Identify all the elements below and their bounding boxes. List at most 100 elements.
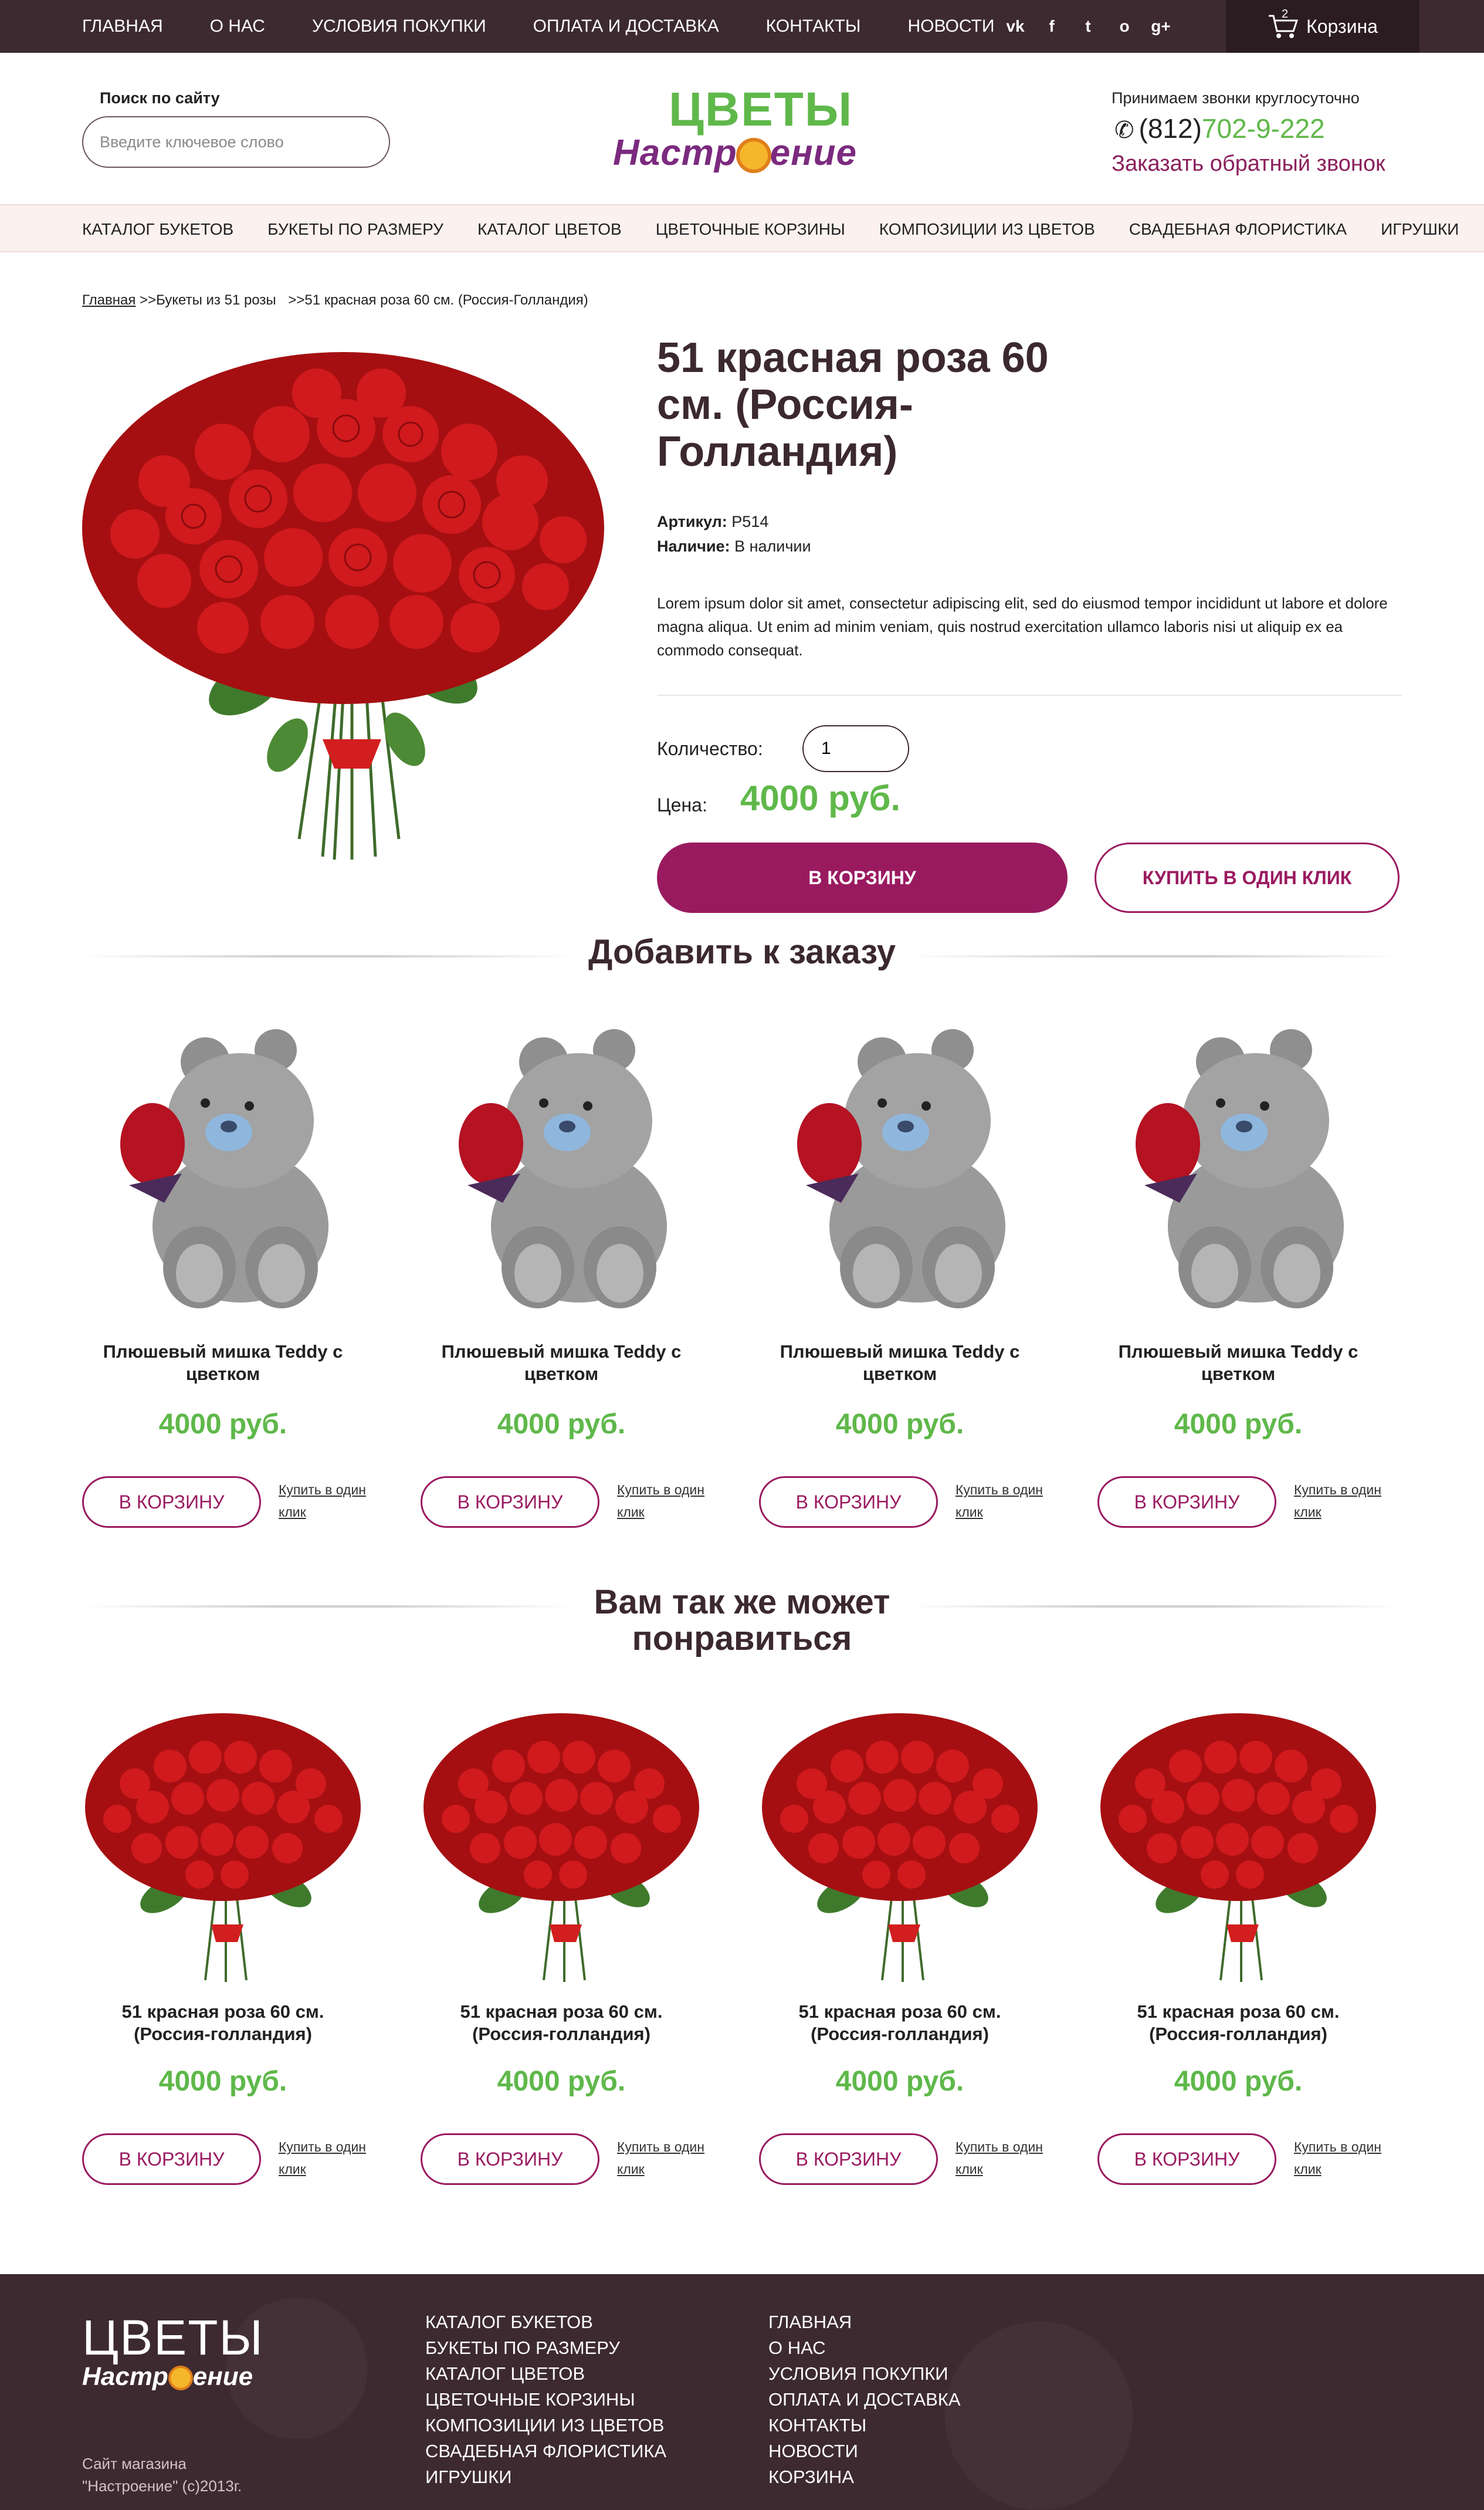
- stock-value: В наличии: [734, 537, 811, 555]
- cart-label: Корзина: [1306, 15, 1378, 37]
- related-cart-button[interactable]: В КОРЗИНУ: [82, 2133, 261, 2185]
- related-oneclick-link[interactable]: Купить в один клик: [956, 2136, 1067, 2180]
- addon-oneclick-link[interactable]: Купить в один клик: [617, 1479, 729, 1523]
- phone-code: (812): [1139, 113, 1202, 144]
- footer-link[interactable]: ОПЛАТА И ДОСТАВКА: [768, 2389, 961, 2410]
- product-description: Lorem ipsum dolor sit amet, consectetur …: [657, 594, 1388, 659]
- addon-cart-button[interactable]: В КОРЗИНУ: [82, 1476, 261, 1528]
- related-cart-button[interactable]: В КОРЗИНУ: [1097, 2133, 1276, 2185]
- addon-oneclick-link[interactable]: Купить в один клик: [279, 1479, 390, 1523]
- footer-logo-text-b: ение: [192, 2362, 253, 2391]
- addon-price: 4000 руб.: [1174, 1409, 1303, 1440]
- footer-link[interactable]: УСЛОВИЯ ПОКУПКИ: [768, 2363, 948, 2384]
- addon-oneclick-link[interactable]: Купить в один клик: [956, 1479, 1067, 1523]
- footer-link[interactable]: О НАС: [768, 2338, 826, 2358]
- quantity-label: Количество:: [657, 738, 763, 759]
- category-item-flowers[interactable]: КАТАЛОГ ЦВЕТОВ: [477, 220, 622, 239]
- footer-link[interactable]: СВАДЕБНАЯ ФЛОРИСТИКА: [425, 2441, 666, 2461]
- cart-button[interactable]: 2 Корзина: [1226, 0, 1419, 53]
- teddy-bear-image[interactable]: [759, 1009, 1041, 1314]
- search-input[interactable]: [82, 116, 390, 168]
- phone-number[interactable]: ✆ (812)702-9-222: [1114, 113, 1325, 144]
- heading-line-left: [82, 1605, 575, 1608]
- category-item-wedding[interactable]: СВАДЕБНАЯ ФЛОРИСТИКА: [1129, 220, 1347, 239]
- breadcrumb: Главная >>Букеты из 51 розы >>51 красная…: [82, 292, 597, 309]
- breadcrumb-level1[interactable]: >>Букеты из 51 розы: [140, 292, 276, 308]
- odnoklassniki-icon[interactable]: o: [1106, 17, 1143, 36]
- logo-bottom-text-b: ение: [770, 133, 858, 173]
- logo[interactable]: Настр ение: [613, 132, 857, 174]
- buy-one-click-button[interactable]: КУПИТЬ В ОДИН КЛИК: [1095, 843, 1400, 913]
- related-name[interactable]: 51 красная роза 60 см. (Россия-голландия…: [421, 2001, 702, 2045]
- teddy-bear-image[interactable]: [82, 1009, 364, 1314]
- rose-bouquet-image[interactable]: [421, 1701, 702, 1983]
- addon-cart-button[interactable]: В КОРЗИНУ: [1097, 1476, 1276, 1528]
- related-name[interactable]: 51 красная роза 60 см. (Россия-голландия…: [82, 2001, 364, 2045]
- product-meta: Артикул: Р514 Наличие: В наличии: [657, 509, 811, 559]
- footer-link[interactable]: КОРЗИНА: [768, 2467, 854, 2487]
- topnav-item-terms[interactable]: УСЛОВИЯ ПОКУПКИ: [312, 16, 486, 36]
- topnav-item-about[interactable]: О НАС: [210, 16, 265, 36]
- footer-link[interactable]: КАТАЛОГ БУКЕТОВ: [425, 2312, 593, 2332]
- teddy-bear-image[interactable]: [421, 1009, 702, 1314]
- related-name[interactable]: 51 красная роза 60 см. (Россия-голландия…: [759, 2001, 1041, 2045]
- rose-bouquet-image[interactable]: [82, 1701, 364, 1983]
- footer-link[interactable]: ГЛАВНАЯ: [768, 2312, 852, 2332]
- footer-site-links: ГЛАВНАЯ О НАС УСЛОВИЯ ПОКУПКИ ОПЛАТА И Д…: [768, 2309, 961, 2490]
- addon-cart-button[interactable]: В КОРЗИНУ: [759, 1476, 938, 1528]
- callback-link[interactable]: Заказать обратный звонок: [1112, 151, 1385, 177]
- rose-bouquet-image[interactable]: [759, 1701, 1041, 1983]
- googleplus-icon[interactable]: g+: [1143, 17, 1179, 36]
- addon-name[interactable]: Плюшевый мишка Teddy с цветком: [1097, 1341, 1379, 1385]
- quantity-input[interactable]: [802, 725, 909, 772]
- heading-line-right: [909, 1605, 1402, 1608]
- logo-bottom-text-a: Настр: [613, 133, 737, 173]
- footer-link[interactable]: КОНТАКТЫ: [768, 2415, 866, 2435]
- teddy-bear-image[interactable]: [1097, 1009, 1379, 1314]
- topnav-item-contacts[interactable]: КОНТАКТЫ: [766, 16, 861, 36]
- addon-oneclick-link[interactable]: Купить в один клик: [1294, 1479, 1405, 1523]
- cart-icon: 2: [1268, 8, 1299, 39]
- category-item-by-size[interactable]: БУКЕТЫ ПО РАЗМЕРУ: [267, 220, 443, 239]
- footer-link[interactable]: ИГРУШКИ: [425, 2467, 512, 2487]
- rose-bouquet-image[interactable]: [1097, 1701, 1379, 1983]
- add-to-cart-button[interactable]: В КОРЗИНУ: [657, 843, 1068, 913]
- product-sku-row: Артикул: Р514: [657, 509, 811, 534]
- category-item-bouquets[interactable]: КАТАЛОГ БУКЕТОВ: [82, 220, 233, 239]
- footer-catalog-links: КАТАЛОГ БУКЕТОВ БУКЕТЫ ПО РАЗМЕРУ КАТАЛО…: [425, 2309, 666, 2490]
- footer-logo-top[interactable]: ЦВЕТЫ: [82, 2309, 264, 2366]
- sku-label: Артикул:: [657, 513, 727, 530]
- category-item-compositions[interactable]: КОМПОЗИЦИИ ИЗ ЦВЕТОВ: [879, 220, 1095, 239]
- related-oneclick-link[interactable]: Купить в один клик: [1294, 2136, 1405, 2180]
- footer-link[interactable]: ЦВЕТОЧНЫЕ КОРЗИНЫ: [425, 2389, 635, 2410]
- footer-logo[interactable]: Настр ение: [82, 2362, 253, 2391]
- topnav-item-delivery[interactable]: ОПЛАТА И ДОСТАВКА: [533, 16, 719, 36]
- breadcrumb-home[interactable]: Главная: [82, 292, 135, 308]
- twitter-icon[interactable]: t: [1070, 17, 1106, 36]
- addon-name[interactable]: Плюшевый мишка Teddy с цветком: [82, 1341, 364, 1385]
- breadcrumb-current: >>51 красная роза 60 см. (Россия-Голланд…: [288, 292, 588, 308]
- product-stock-row: Наличие: В наличии: [657, 534, 811, 559]
- footer-link[interactable]: КОМПОЗИЦИИ ИЗ ЦВЕТОВ: [425, 2415, 664, 2435]
- addon-name[interactable]: Плюшевый мишка Teddy с цветком: [759, 1341, 1041, 1385]
- category-item-toys[interactable]: ИГРУШКИ: [1381, 220, 1459, 239]
- footer-link[interactable]: КАТАЛОГ ЦВЕТОВ: [425, 2363, 585, 2384]
- related-oneclick-link[interactable]: Купить в один клик: [279, 2136, 390, 2180]
- vk-icon[interactable]: vk: [997, 17, 1034, 36]
- addon-cart-button[interactable]: В КОРЗИНУ: [421, 1476, 599, 1528]
- related-name[interactable]: 51 красная роза 60 см. (Россия-голландия…: [1097, 2001, 1379, 2045]
- sun-logo-icon: [736, 137, 771, 173]
- topnav-item-home[interactable]: ГЛАВНАЯ: [82, 16, 163, 36]
- footer-copyright: Сайт магазина "Настроение" (с)2013г.: [82, 2455, 242, 2495]
- related-oneclick-link[interactable]: Купить в один клик: [617, 2136, 729, 2180]
- product-image[interactable]: [76, 334, 610, 862]
- category-item-baskets[interactable]: ЦВЕТОЧНЫЕ КОРЗИНЫ: [656, 220, 845, 239]
- logo-top-text[interactable]: ЦВЕТЫ: [669, 82, 853, 137]
- topnav-item-news[interactable]: НОВОСТИ: [908, 16, 995, 36]
- footer-link[interactable]: БУКЕТЫ ПО РАЗМЕРУ: [425, 2338, 620, 2358]
- related-cart-button[interactable]: В КОРЗИНУ: [759, 2133, 938, 2185]
- facebook-icon[interactable]: f: [1034, 17, 1070, 36]
- addon-name[interactable]: Плюшевый мишка Teddy с цветком: [421, 1341, 702, 1385]
- footer-link[interactable]: НОВОСТИ: [768, 2441, 858, 2461]
- related-cart-button[interactable]: В КОРЗИНУ: [421, 2133, 599, 2185]
